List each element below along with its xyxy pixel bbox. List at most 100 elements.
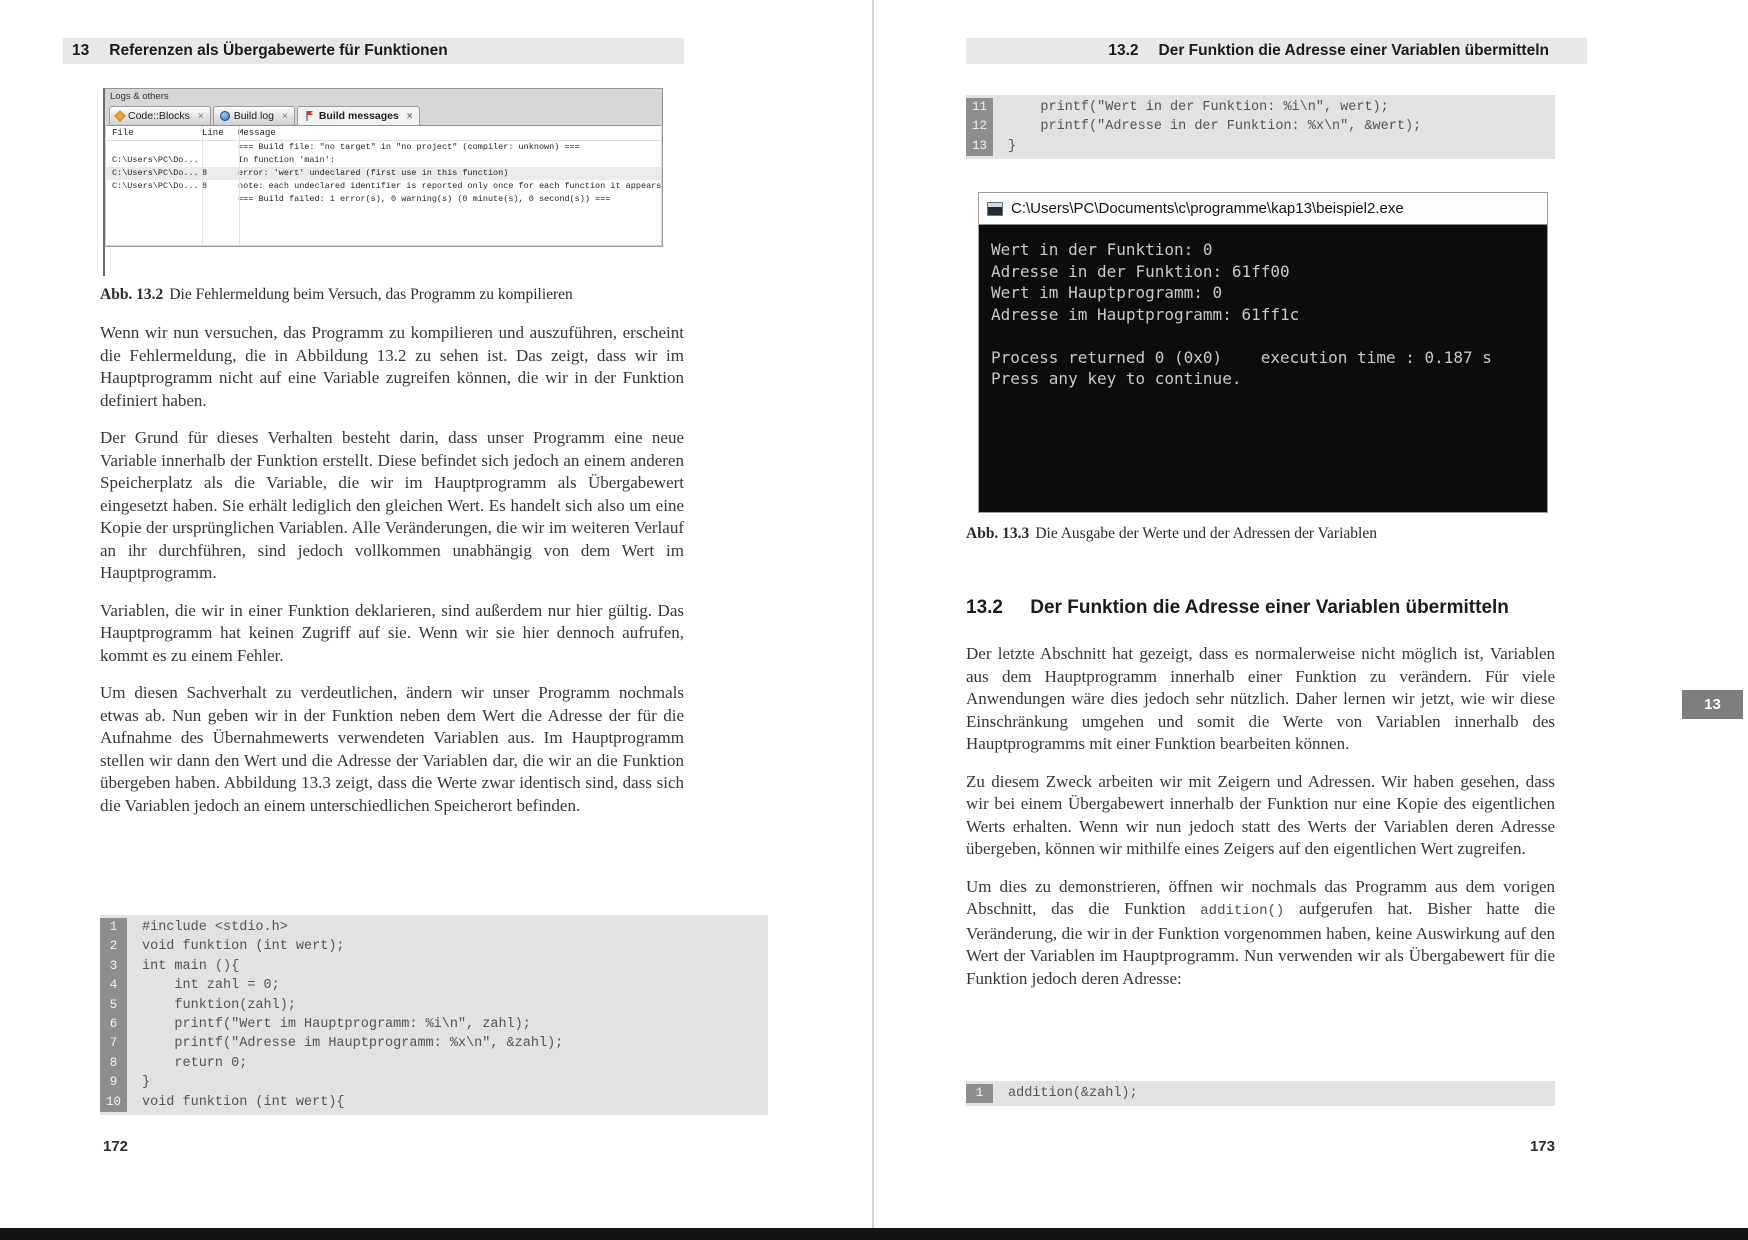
- console-window: C:\Users\PC\Documents\c\programme\kap13\…: [978, 192, 1548, 513]
- console-icon: [987, 202, 1003, 216]
- running-header-right: 13.2 Der Funktion die Adresse einer Vari…: [966, 38, 1587, 64]
- code-line-number: 2: [100, 937, 127, 956]
- code-line-text: }: [127, 1073, 150, 1092]
- code-line: 12 printf("Adresse in der Funktion: %x\n…: [966, 117, 1555, 136]
- code-line: 10 void funktion (int wert){: [100, 1093, 768, 1112]
- running-header-chapter-number: 13: [72, 42, 89, 60]
- chapter-thumb-tab: 13: [1682, 690, 1743, 719]
- codeblocks-logs-panel: Logs & others Code::Blocks × Build log ×…: [103, 88, 663, 247]
- code-line: 4 int zahl = 0;: [100, 976, 768, 995]
- tab-build-messages[interactable]: Build messages ×: [297, 106, 420, 125]
- code-line-number: 5: [100, 996, 127, 1015]
- table-row[interactable]: C:\Users\PC\Do... In function 'main':: [106, 154, 661, 167]
- figure-caption-text: Die Fehlermeldung beim Versuch, das Prog…: [169, 286, 572, 303]
- code-line-number: 7: [100, 1034, 127, 1053]
- code-line-number: 1: [966, 1084, 993, 1103]
- console-output-line: Press any key to continue.: [991, 368, 1547, 390]
- code-line: 1 addition(&zahl);: [966, 1084, 1555, 1103]
- section-heading-13-2: 13.2 Der Funktion die Adresse einer Vari…: [966, 597, 1555, 619]
- code-line-text: addition(&zahl);: [993, 1084, 1138, 1103]
- book-edge-bar: [0, 1228, 1748, 1240]
- code-line-text: funktion(zahl);: [127, 996, 296, 1015]
- code-line-number: 1: [100, 918, 127, 937]
- cell-line: [202, 154, 238, 167]
- tab-build-log[interactable]: Build log ×: [213, 106, 295, 125]
- column-header-line: Line: [202, 126, 238, 140]
- console-output-line: Wert im Hauptprogramm: 0: [991, 282, 1547, 304]
- figure-caption-text: Die Ausgabe der Werte und der Adressen d…: [1035, 525, 1377, 542]
- cell-file: [112, 141, 202, 154]
- tab-label: Code::Blocks: [128, 110, 190, 122]
- code-line-text: void funktion (int wert);: [127, 937, 345, 956]
- paragraph: Zu diesem Zweck arbeiten wir mit Zeigern…: [966, 771, 1555, 861]
- logs-panel-title: Logs & others: [105, 89, 662, 104]
- code-line-text: int main (){: [127, 957, 239, 976]
- paragraph: Um dies zu demonstrieren, öffnen wir noc…: [966, 876, 1555, 991]
- code-line-text: int zahl = 0;: [127, 976, 280, 995]
- paragraph: Variablen, die wir in einer Funktion dek…: [100, 600, 684, 668]
- table-header-row: File Line Message: [106, 126, 661, 141]
- code-line-text: void funktion (int wert){: [127, 1093, 345, 1112]
- code-line-number: 13: [966, 137, 993, 156]
- codeblocks-icon: [114, 110, 125, 121]
- paragraph: Der Grund für dieses Verhalten besteht d…: [100, 427, 684, 585]
- section-title: Der Funktion die Adresse einer Variablen…: [1030, 597, 1509, 618]
- code-line: 13 }: [966, 137, 1555, 156]
- figure-caption-13-3: Abb. 13.3Die Ausgabe der Werte und der A…: [966, 525, 1555, 543]
- code-line-number: 8: [100, 1054, 127, 1073]
- figure-caption-13-2: Abb. 13.2Die Fehlermeldung beim Versuch,…: [100, 286, 684, 304]
- console-output-line: Process returned 0 (0x0) execution time …: [991, 347, 1547, 369]
- section-number: 13.2: [966, 597, 1003, 618]
- code-line-text: printf("Wert in der Funktion: %i\n", wer…: [993, 98, 1389, 117]
- running-header-title: Referenzen als Übergabewerte für Funktio…: [109, 42, 448, 60]
- cell-message: note: each undeclared identifier is repo…: [238, 180, 661, 193]
- code-line-number: 4: [100, 976, 127, 995]
- code-listing-left: 1 #include <stdio.h> 2 void funktion (in…: [100, 915, 768, 1115]
- paragraph: Um diesen Sachverhalt zu verdeutlichen, …: [100, 682, 684, 817]
- tab-label: Build log: [234, 110, 274, 122]
- running-header-section-number: 13.2: [1108, 42, 1138, 60]
- code-line: 11 printf("Wert in der Funktion: %i\n", …: [966, 98, 1555, 117]
- code-line-text: printf("Adresse in der Funktion: %x\n", …: [993, 117, 1421, 136]
- cell-message: In function 'main':: [238, 154, 661, 167]
- code-line: 5 funktion(zahl);: [100, 996, 768, 1015]
- cell-message: === Build file: "no target" in "no proje…: [238, 141, 661, 154]
- page-number-right: 173: [966, 1138, 1555, 1155]
- code-line-text: printf("Wert im Hauptprogramm: %i\n", za…: [127, 1015, 531, 1034]
- code-line: 8 return 0;: [100, 1054, 768, 1073]
- table-row[interactable]: C:\Users\PC\Do... 8 error: 'wert' undecl…: [106, 167, 661, 180]
- console-output-line: Adresse im Hauptprogramm: 61ff1c: [991, 304, 1547, 326]
- cell-line: 8: [202, 167, 238, 180]
- cell-message: === Build failed: 1 error(s), 0 warning(…: [238, 193, 661, 206]
- cell-file: C:\Users\PC\Do...: [112, 154, 202, 167]
- cell-message: error: 'wert' undeclared (first use in t…: [238, 167, 661, 180]
- code-line-text: #include <stdio.h>: [127, 918, 288, 937]
- table-row[interactable]: === Build file: "no target" in "no proje…: [106, 141, 661, 154]
- close-icon[interactable]: ×: [198, 111, 204, 122]
- right-page-body: Der letzte Abschnitt hat gezeigt, dass e…: [966, 643, 1555, 1005]
- table-row[interactable]: C:\Users\PC\Do... 8 note: each undeclare…: [106, 180, 661, 193]
- console-output-line: Adresse in der Funktion: 61ff00: [991, 261, 1547, 283]
- code-line: 7 printf("Adresse im Hauptprogramm: %x\n…: [100, 1034, 768, 1053]
- code-line-number: 11: [966, 98, 993, 117]
- cell-file: [112, 193, 202, 206]
- code-line: 2 void funktion (int wert);: [100, 937, 768, 956]
- code-listing-top-right: 11 printf("Wert in der Funktion: %i\n", …: [966, 95, 1555, 159]
- column-divider: [239, 126, 240, 245]
- cell-file: C:\Users\PC\Do...: [112, 167, 202, 180]
- logs-panel-tabs: Code::Blocks × Build log × Build message…: [105, 104, 662, 125]
- code-line: 6 printf("Wert im Hauptprogramm: %i\n", …: [100, 1015, 768, 1034]
- build-messages-flag-icon: [304, 110, 315, 122]
- paragraph: Der letzte Abschnitt hat gezeigt, dass e…: [966, 643, 1555, 756]
- code-line-number: 6: [100, 1015, 127, 1034]
- close-icon[interactable]: ×: [282, 111, 288, 122]
- build-log-icon: [220, 111, 230, 121]
- close-icon[interactable]: ×: [407, 111, 413, 122]
- panel-border-tail: [103, 247, 105, 276]
- column-header-file: File: [112, 126, 202, 140]
- code-line-number: 12: [966, 117, 993, 136]
- build-messages-table: File Line Message === Build file: "no ta…: [106, 125, 661, 245]
- tab-codeblocks[interactable]: Code::Blocks ×: [109, 106, 211, 125]
- cell-line: 8: [202, 180, 238, 193]
- table-row[interactable]: === Build failed: 1 error(s), 0 warning(…: [106, 193, 661, 206]
